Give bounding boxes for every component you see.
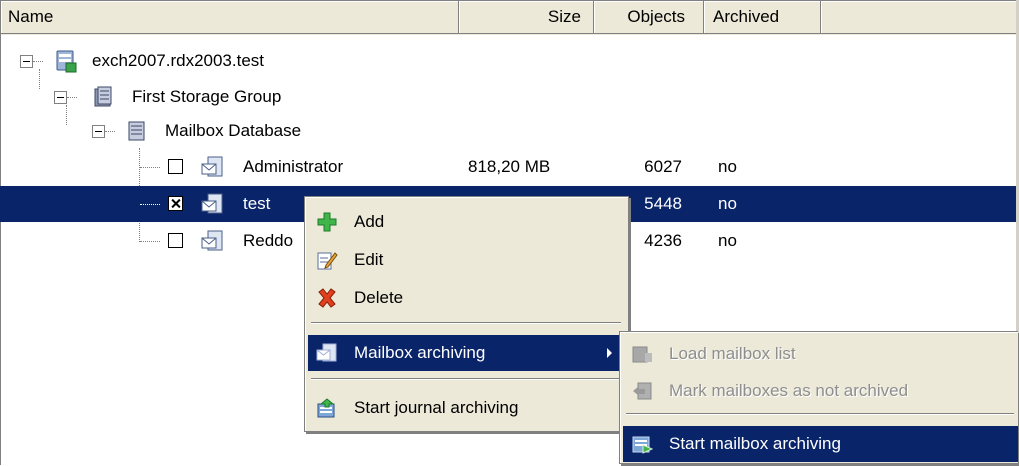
mailbox-archiving-submenu: Load mailbox list Mark mailboxes as not … (619, 331, 1018, 464)
column-header-objects[interactable]: Objects (594, 1, 704, 34)
database-label: Mailbox Database (165, 121, 302, 140)
delete-icon (318, 288, 336, 308)
menu-item-edit[interactable]: Edit (308, 242, 624, 278)
storage-group-label: First Storage Group (132, 87, 282, 106)
mailbox-name: Reddo (243, 231, 294, 250)
mailbox-name: Administrator (243, 157, 344, 176)
undo-icon (633, 382, 652, 400)
mailbox-icon (201, 193, 223, 214)
menu-item-delete[interactable]: Delete (308, 280, 624, 316)
column-header: Name Size Objects Archived (1, 1, 1019, 35)
column-header-name[interactable]: Name (1, 1, 459, 34)
exchange-server-icon (56, 50, 77, 73)
menu-item-load-mailbox-list[interactable]: Load mailbox list (623, 336, 1017, 372)
mailbox-checkbox[interactable] (168, 159, 183, 174)
menu-separator (311, 322, 621, 324)
storage-group-icon (94, 86, 112, 107)
mailbox-icon (201, 156, 223, 177)
menu-separator (311, 378, 621, 380)
mailbox-size: 818,20 MB (468, 157, 551, 176)
column-header-archived[interactable]: Archived (704, 1, 821, 34)
tree-node-server[interactable]: exch2007.rdx2003.test (0, 43, 1019, 79)
mailbox-archived: no (718, 157, 737, 176)
mailbox-icon (201, 230, 223, 251)
mailbox-archived: no (718, 194, 737, 213)
column-header-size[interactable]: Size (459, 1, 594, 34)
tree-node-database[interactable]: Mailbox Database (0, 113, 1019, 149)
mailbox-name: test (243, 194, 271, 213)
mailbox-database-icon (128, 121, 145, 141)
mailbox-archiving-icon (316, 343, 337, 362)
mailbox-row[interactable]: Administrator 818,20 MB 6027 no (0, 149, 1019, 185)
edit-icon (317, 252, 338, 270)
mailbox-checkbox[interactable] (168, 233, 183, 248)
submenu-arrow-icon (607, 348, 612, 358)
tree-node-storage-group[interactable]: First Storage Group (0, 79, 1019, 115)
menu-item-mailbox-archiving[interactable]: Mailbox archiving (308, 335, 624, 371)
load-list-icon (632, 346, 652, 363)
mailbox-checkbox-checked[interactable] (168, 196, 183, 211)
menu-item-mark-not-archived[interactable]: Mark mailboxes as not archived (623, 373, 1017, 409)
column-header-filler (821, 1, 1019, 34)
server-label: exch2007.rdx2003.test (92, 51, 265, 70)
journal-archiving-icon (317, 398, 335, 418)
mailbox-objects: 6027 (644, 157, 682, 176)
menu-item-start-journal-archiving[interactable]: Start journal archiving (308, 390, 624, 426)
context-menu: Add Edit Delete Mailbox archiving Start … (304, 196, 629, 432)
mailbox-archived: no (718, 231, 737, 250)
start-archiving-icon (632, 436, 653, 454)
collapse-icon[interactable] (92, 125, 105, 138)
menu-item-start-mailbox-archiving[interactable]: Start mailbox archiving (623, 426, 1018, 462)
collapse-icon[interactable] (20, 55, 33, 68)
menu-separator (626, 413, 1014, 415)
add-icon (317, 212, 337, 232)
menu-item-add[interactable]: Add (308, 204, 624, 240)
collapse-icon[interactable] (54, 91, 67, 104)
